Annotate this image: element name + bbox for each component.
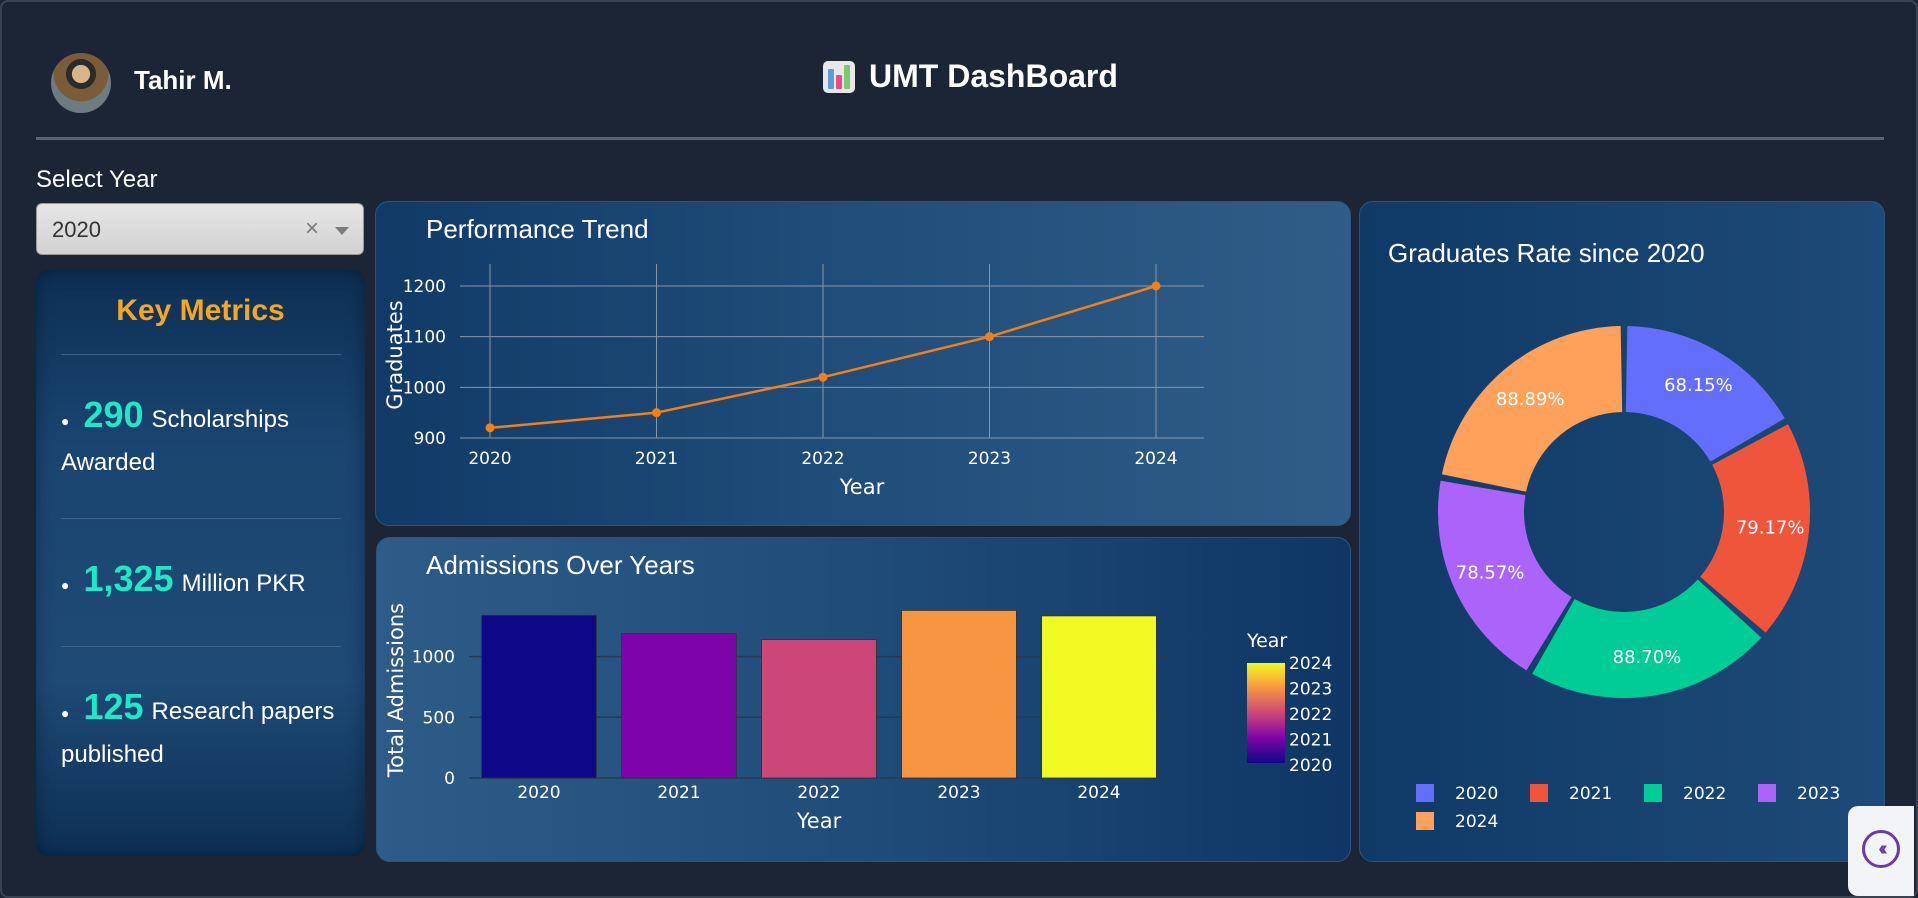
metric-value: 125 xyxy=(83,686,144,727)
legend-swatch xyxy=(1758,784,1776,802)
metric-value: 290 xyxy=(83,394,144,435)
x-tick-label: 2020 xyxy=(517,783,560,803)
slice-label: 78.57% xyxy=(1456,563,1525,584)
slice-label: 88.70% xyxy=(1613,647,1682,668)
y-tick-label: 1000 xyxy=(403,378,446,398)
metric-value: 1,325 xyxy=(83,558,174,599)
user-name: Tahir M. xyxy=(134,65,232,95)
slice-label: 79.17% xyxy=(1736,518,1805,539)
bullet-icon: ● xyxy=(61,412,70,429)
metric-scholarships: ● 290 Scholarships Awarded xyxy=(61,394,341,484)
graduates-rate-panel: Graduates Rate since 2020 68.15% 79.17% 88… xyxy=(1359,201,1885,862)
x-tick-label: 2023 xyxy=(968,449,1011,469)
colorbar-tick-label: 2023 xyxy=(1289,680,1332,700)
year-dropdown-value: 2020 xyxy=(52,217,101,242)
double-chevron-left-icon: ‹‹ xyxy=(1862,830,1900,868)
y-tick-label: 1200 xyxy=(403,277,446,297)
legend-swatch xyxy=(1644,784,1662,802)
metric-divider xyxy=(61,518,341,519)
x-axis-label: Year xyxy=(839,475,885,499)
chart-title: Admissions Over Years xyxy=(426,550,695,580)
clear-icon[interactable]: × xyxy=(305,215,319,243)
data-point xyxy=(818,372,828,382)
y-tick-label: 0 xyxy=(444,769,455,789)
legend-swatch xyxy=(1416,784,1434,802)
bar-chart[interactable]: 050010002020 2021 2022 2023 2024YearTotal Ad… xyxy=(377,538,1350,861)
colorbar xyxy=(1247,663,1285,763)
x-tick-label: 2020 xyxy=(468,449,511,469)
legend-label: 2024 xyxy=(1455,812,1498,832)
collapse-sidebar-button[interactable]: ‹‹ xyxy=(1848,806,1914,896)
bar xyxy=(901,610,1017,779)
admissions-panel: Admissions Over Years 0 500 1000 2020 2021 20… xyxy=(376,537,1351,862)
performance-trend-panel: Performance Trend 2020 2021 2022 2023 2024 90… xyxy=(375,201,1351,526)
metric-research: ● 125 Research papers published xyxy=(61,686,341,776)
x-tick-label: 2024 xyxy=(1077,783,1120,803)
key-metrics-card: Key Metrics ● 290 Scholarships Awarded ● 1,… xyxy=(36,270,365,856)
y-tick-label: 1100 xyxy=(403,328,446,348)
y-tick-label: 900 xyxy=(414,429,446,449)
key-metrics-title: Key Metrics xyxy=(116,294,285,327)
x-axis-label: Year xyxy=(796,809,842,833)
colorbar-tick-label: 2024 xyxy=(1289,654,1332,674)
legend-label: 2022 xyxy=(1683,784,1726,804)
data-point xyxy=(1151,281,1161,291)
bar xyxy=(761,639,877,779)
bar-chart-icon xyxy=(823,60,855,93)
data-point xyxy=(985,332,994,342)
legend-swatch xyxy=(1530,784,1548,802)
slice-label: 68.15% xyxy=(1664,375,1733,396)
colorbar-tick-label: 2020 xyxy=(1289,756,1332,776)
app-title-text: UMT DashBoard xyxy=(869,58,1118,94)
bullet-icon: ● xyxy=(61,704,70,721)
app-title: UMT DashBoard xyxy=(823,58,1118,95)
x-tick-label: 2023 xyxy=(937,783,980,803)
legend-label: 2021 xyxy=(1569,784,1612,804)
legend-label: 2023 xyxy=(1797,784,1840,804)
bar xyxy=(481,614,597,779)
select-year-label: Select Year xyxy=(36,166,158,193)
slice-label: 88.89% xyxy=(1496,389,1565,410)
x-tick-label: 2021 xyxy=(635,449,678,469)
metric-funding: ● 1,325 Million PKR xyxy=(61,558,341,606)
line-chart[interactable]: 2020 2021 2022 2023 2024 900 1000 1100 1200 Year G… xyxy=(376,202,1350,525)
y-axis-label: Total Admissions xyxy=(384,603,408,778)
header: Tahir M. UMT DashBoard xyxy=(36,40,1884,140)
chart-title: Performance Trend xyxy=(426,214,649,244)
y-tick-label: 1000 xyxy=(412,648,455,668)
metric-divider xyxy=(61,646,341,647)
y-axis-label: Graduates xyxy=(383,300,407,409)
colorbar-tick-label: 2021 xyxy=(1289,731,1332,751)
data-point xyxy=(652,408,661,418)
legend-swatch xyxy=(1416,812,1434,830)
x-tick-label: 2022 xyxy=(801,449,844,469)
x-tick-label: 2022 xyxy=(797,783,840,803)
metric-divider xyxy=(61,354,341,355)
colorbar-tick-label: 2022 xyxy=(1289,705,1332,725)
data-point xyxy=(485,423,495,433)
bar xyxy=(621,633,737,779)
y-tick-label: 500 xyxy=(423,708,455,728)
colorbar-title: Year xyxy=(1246,630,1287,652)
x-tick-label: 2024 xyxy=(1134,449,1177,469)
header-divider xyxy=(36,137,1884,140)
bullet-icon: ● xyxy=(61,576,70,593)
metric-label: Million PKR xyxy=(181,570,306,597)
bar xyxy=(1041,615,1157,779)
x-tick-label: 2021 xyxy=(657,783,700,803)
year-dropdown[interactable]: 2020 × xyxy=(36,203,364,255)
chart-title: Graduates Rate since 2020 xyxy=(1388,238,1705,268)
donut-chart[interactable]: 68.15% 79.17% 88.70% 78.57% 88.89% 2020 2021 20… xyxy=(1360,202,1884,861)
legend-label: 2020 xyxy=(1455,784,1498,804)
avatar[interactable] xyxy=(51,53,111,113)
chevron-down-icon[interactable] xyxy=(335,227,349,235)
